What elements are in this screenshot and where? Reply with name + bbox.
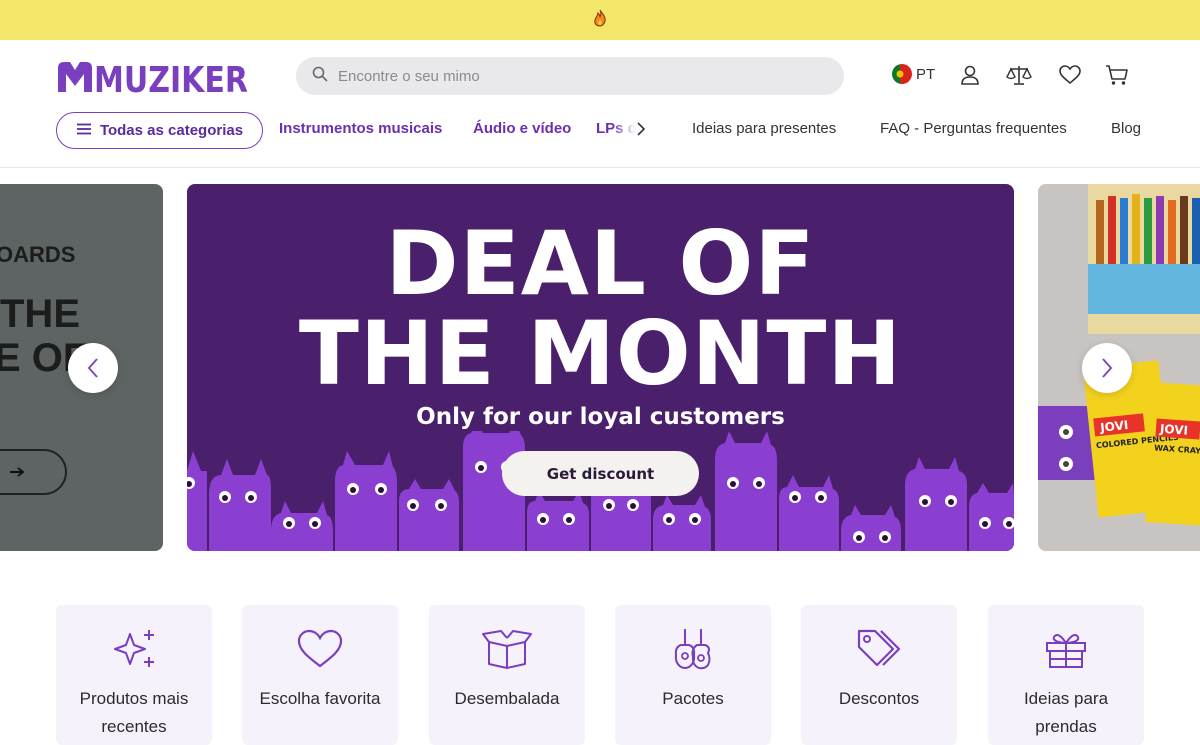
nav-item-instruments[interactable]: Instrumentos musicais xyxy=(279,120,442,137)
jovi-brand-text-2: JOVI xyxy=(1158,422,1188,438)
chevron-right-icon xyxy=(1102,358,1113,378)
chevron-right-icon[interactable] xyxy=(634,120,650,140)
all-categories-button[interactable]: Todas as categorias xyxy=(56,112,263,149)
nav-item-blog[interactable]: Blog xyxy=(1111,120,1141,137)
heart-icon[interactable] xyxy=(1057,62,1083,88)
category-label: Produtos mais recentes xyxy=(79,689,189,736)
cart-icon[interactable] xyxy=(1104,62,1130,88)
gift-icon xyxy=(1044,627,1088,671)
hero-slide-deal-of-the-month[interactable]: DEAL OF THE MONTH Only for our loyal cus… xyxy=(187,184,1014,551)
get-discount-button[interactable]: Get discount xyxy=(502,451,699,496)
slide-text-line1: OARDS xyxy=(0,242,76,267)
category-label: Pacotes xyxy=(662,689,724,708)
language-selector[interactable]: PT xyxy=(892,64,935,84)
category-card-unboxed[interactable]: Desembalada xyxy=(429,605,585,745)
heart-icon xyxy=(296,627,344,671)
promo-bar[interactable] xyxy=(0,0,1200,40)
deal-title-line2: THE MONTH xyxy=(298,302,903,405)
slide-text-line2: THE xyxy=(0,292,80,336)
category-card-gift-ideas[interactable]: Ideias para prendas xyxy=(988,605,1144,745)
nav-item-gift-ideas[interactable]: Ideias para presentes xyxy=(692,120,836,137)
arrow-right-icon xyxy=(10,467,25,477)
category-card-bundles[interactable]: Pacotes xyxy=(615,605,771,745)
slide-button-partial[interactable] xyxy=(0,449,67,495)
category-label: Descontos xyxy=(838,689,920,708)
search-bar[interactable] xyxy=(296,57,844,95)
deal-title-line1: DEAL OF xyxy=(385,212,816,315)
category-label: Ideias para prendas xyxy=(1023,689,1109,736)
carousel-next-button[interactable] xyxy=(1082,343,1132,393)
nav-item-audio-video[interactable]: Áudio e vídeo xyxy=(473,120,571,137)
guitars-icon xyxy=(671,627,715,671)
search-icon xyxy=(312,66,328,87)
category-label: Escolha favorita xyxy=(259,689,381,708)
muziker-logo[interactable]: MUZIKER xyxy=(56,58,250,101)
nav-item-faq[interactable]: FAQ - Perguntas frequentes xyxy=(880,120,1067,137)
sparkles-icon xyxy=(110,627,158,671)
nav-item-vinyl[interactable]: LPs de vinil xyxy=(596,120,636,137)
fire-icon xyxy=(593,9,607,32)
category-card-newest[interactable]: Produtos mais recentes xyxy=(56,605,212,745)
open-box-icon xyxy=(481,627,533,671)
carousel-prev-button[interactable] xyxy=(68,343,118,393)
compare-scale-icon[interactable] xyxy=(1006,62,1032,88)
user-icon[interactable] xyxy=(957,62,983,88)
category-card-favorite[interactable]: Escolha favorita xyxy=(242,605,398,745)
search-input[interactable] xyxy=(338,67,818,85)
category-card-discounts[interactable]: Descontos xyxy=(801,605,957,745)
deal-subtitle: Only for our loyal customers xyxy=(416,404,785,430)
menu-icon xyxy=(76,122,92,139)
logo-text: MUZIKER xyxy=(94,60,248,96)
chevron-left-icon xyxy=(87,358,98,378)
language-code: PT xyxy=(916,65,936,83)
price-tags-icon xyxy=(855,627,903,671)
portugal-flag-icon xyxy=(892,64,912,84)
site-header: MUZIKER PT Todas as categorias Instrumen… xyxy=(0,40,1200,168)
category-label: Desembalada xyxy=(454,689,560,708)
all-categories-label: Todas as categorias xyxy=(99,122,244,139)
